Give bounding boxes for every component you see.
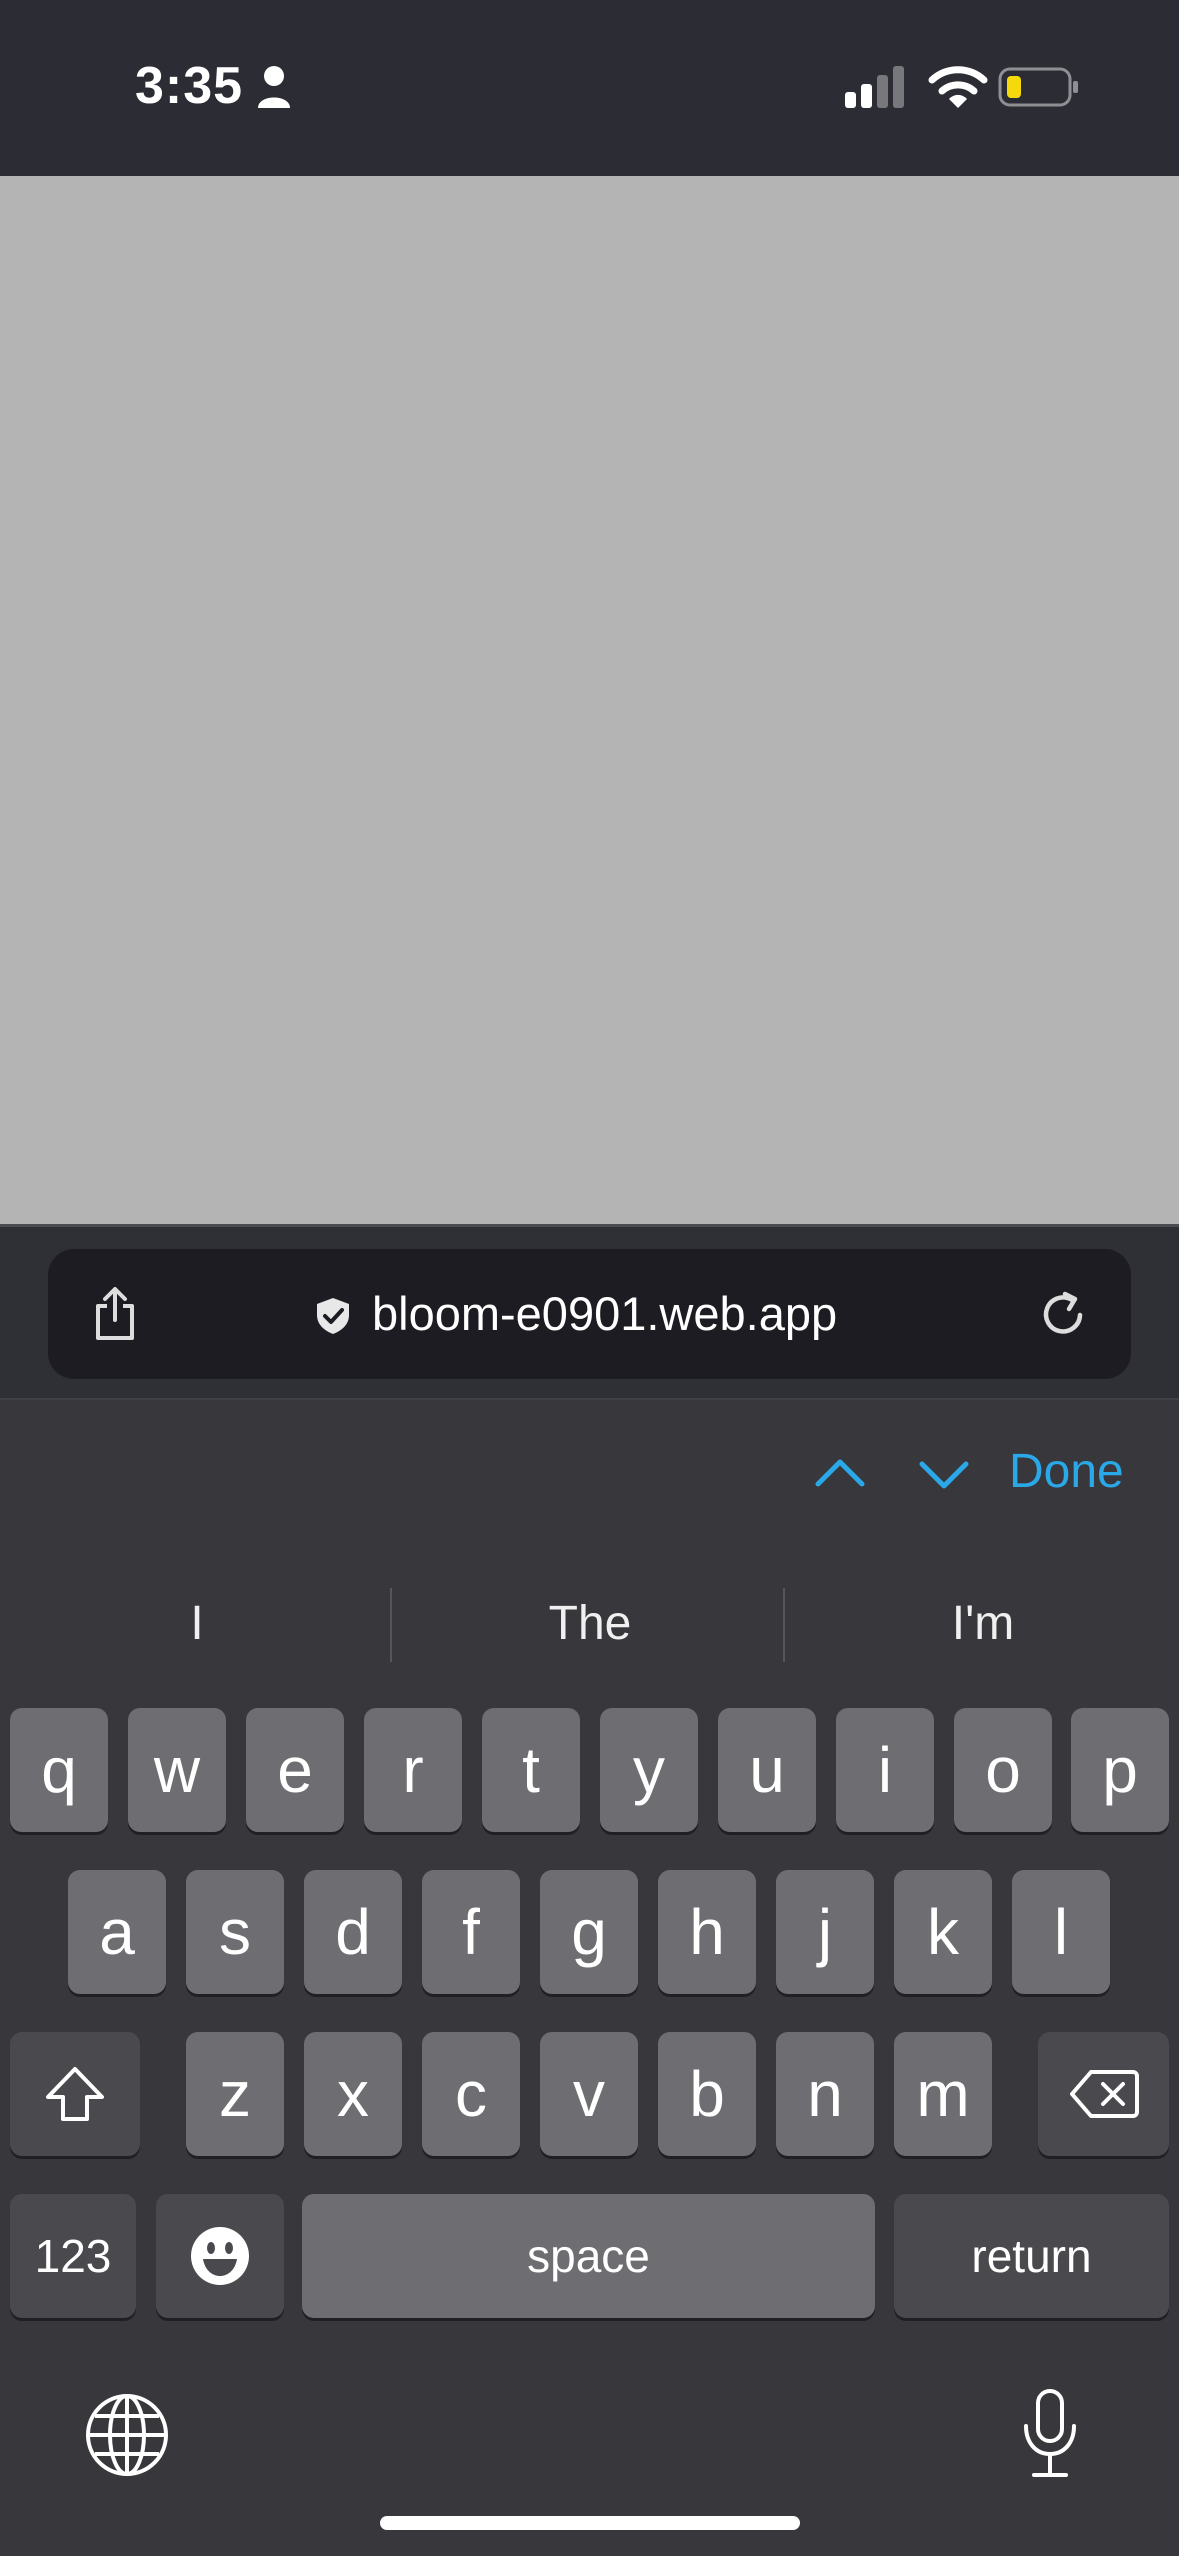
secure-shield-icon: [317, 1298, 349, 1334]
url-text[interactable]: bloom-e0901.web.app: [372, 1286, 837, 1341]
key-label: t: [522, 1734, 540, 1806]
key-label: d: [335, 1896, 371, 1968]
key-label: y: [633, 1734, 665, 1806]
key-h[interactable]: h: [658, 1870, 756, 1994]
key-v[interactable]: v: [540, 2032, 638, 2156]
key-label: q: [41, 1734, 77, 1806]
microphone-icon[interactable]: [1020, 2388, 1080, 2480]
key-label: i: [877, 1734, 893, 1806]
suggestion-2[interactable]: The: [400, 1596, 780, 1651]
key-label: 123: [34, 2230, 112, 2282]
key-label: a: [99, 1896, 135, 1968]
numbers-key[interactable]: 123: [10, 2194, 136, 2318]
space-key[interactable]: space: [302, 2194, 875, 2318]
suggestion-divider: [783, 1588, 785, 1662]
key-k[interactable]: k: [894, 1870, 992, 1994]
delete-key[interactable]: [1038, 2032, 1169, 2156]
key-b[interactable]: b: [658, 2032, 756, 2156]
key-label: x: [337, 2058, 369, 2130]
suggestion-1[interactable]: I: [7, 1596, 387, 1651]
shift-icon: [46, 2067, 104, 2121]
suggestion-3[interactable]: I'm: [793, 1596, 1173, 1651]
globe-icon[interactable]: [84, 2392, 170, 2478]
emoji-key[interactable]: [156, 2194, 284, 2318]
key-label: f: [462, 1896, 480, 1968]
backspace-icon: [1069, 2070, 1139, 2118]
key-label: j: [817, 1896, 833, 1968]
key-a[interactable]: a: [68, 1870, 166, 1994]
reload-icon[interactable]: [1038, 1290, 1088, 1340]
key-label: v: [573, 2058, 605, 2130]
key-label: space: [527, 2230, 650, 2282]
key-label: k: [927, 1896, 959, 1968]
key-p[interactable]: p: [1071, 1708, 1169, 1832]
key-t[interactable]: t: [482, 1708, 580, 1832]
key-label: p: [1102, 1734, 1138, 1806]
key-n[interactable]: n: [776, 2032, 874, 2156]
key-label: c: [455, 2058, 487, 2130]
key-s[interactable]: s: [186, 1870, 284, 1994]
key-label: s: [219, 1896, 251, 1968]
status-time: 3:35: [135, 57, 244, 115]
key-label: z: [219, 2058, 251, 2130]
key-label: h: [689, 1896, 725, 1968]
key-label: l: [1053, 1896, 1069, 1968]
wifi-icon: [928, 66, 988, 108]
done-button[interactable]: Done: [1009, 1444, 1124, 1499]
emoji-icon: [191, 2227, 249, 2285]
key-x[interactable]: x: [304, 2032, 402, 2156]
web-content[interactable]: [0, 176, 1179, 1224]
key-d[interactable]: d: [304, 1870, 402, 1994]
key-j[interactable]: j: [776, 1870, 874, 1994]
key-u[interactable]: u: [718, 1708, 816, 1832]
key-label: w: [153, 1734, 201, 1806]
shift-key[interactable]: [10, 2032, 140, 2156]
key-label: return: [971, 2230, 1092, 2282]
key-f[interactable]: f: [422, 1870, 520, 1994]
home-indicator: [380, 2516, 800, 2530]
key-y[interactable]: y: [600, 1708, 698, 1832]
share-icon[interactable]: [90, 1286, 140, 1342]
key-m[interactable]: m: [894, 2032, 992, 2156]
key-label: o: [985, 1734, 1021, 1806]
key-q[interactable]: q: [10, 1708, 108, 1832]
key-g[interactable]: g: [540, 1870, 638, 1994]
key-r[interactable]: r: [364, 1708, 462, 1832]
key-label: g: [571, 1896, 607, 1968]
key-label: b: [689, 2058, 725, 2130]
key-e[interactable]: e: [246, 1708, 344, 1832]
key-label: n: [807, 2058, 843, 2130]
suggestion-divider: [390, 1588, 392, 1662]
key-z[interactable]: z: [186, 2032, 284, 2156]
person-icon: [258, 66, 290, 108]
key-c[interactable]: c: [422, 2032, 520, 2156]
key-label: e: [277, 1734, 313, 1806]
key-o[interactable]: o: [954, 1708, 1052, 1832]
key-label: u: [749, 1734, 785, 1806]
key-w[interactable]: w: [128, 1708, 226, 1832]
return-key[interactable]: return: [894, 2194, 1169, 2318]
key-label: m: [916, 2058, 970, 2130]
key-l[interactable]: l: [1012, 1870, 1110, 1994]
chevron-up-icon[interactable]: [812, 1452, 868, 1492]
battery-icon: [998, 67, 1078, 107]
cellular-signal-icon: [845, 66, 904, 108]
chevron-down-icon[interactable]: [916, 1456, 972, 1496]
key-label: r: [402, 1734, 424, 1806]
key-i[interactable]: i: [836, 1708, 934, 1832]
